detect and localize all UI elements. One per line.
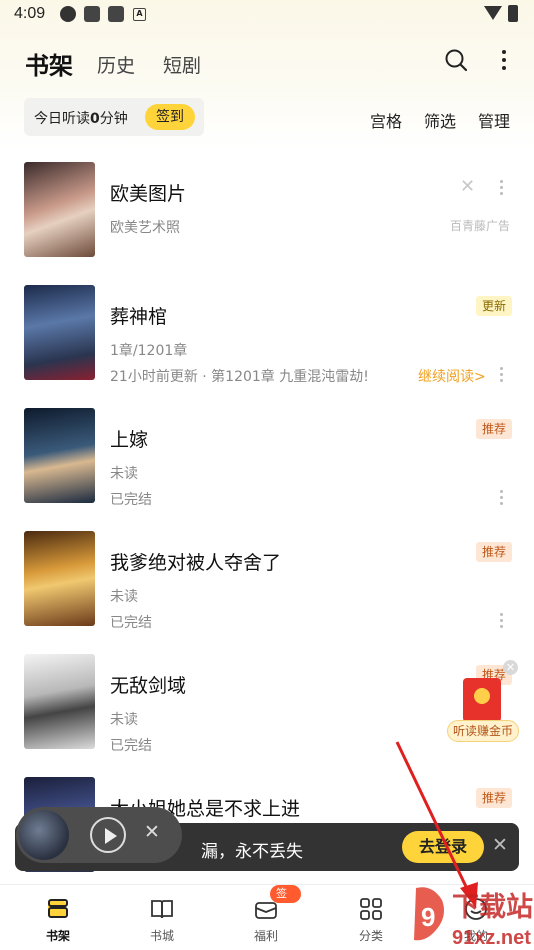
svg-text:91xz.net: 91xz.net xyxy=(452,927,531,949)
nav-welfare[interactable]: 签到 福利 xyxy=(231,885,301,950)
list-item[interactable]: 我爹绝对被人夺舍了 推荐 未读 已完结 xyxy=(0,531,534,651)
listen-time-box: 今日听读0分钟 签到 xyxy=(24,98,204,136)
listen-earn-coins-widget[interactable]: ✕ 听读赚金币 xyxy=(447,660,519,742)
more-icon[interactable] xyxy=(500,180,503,198)
nav-bookshelf[interactable]: 书架 xyxy=(23,885,93,950)
more-vertical-icon[interactable] xyxy=(497,48,511,72)
tab-history[interactable]: 历史 xyxy=(97,51,135,78)
play-button[interactable] xyxy=(90,817,126,853)
book-progress: 未读 xyxy=(110,712,138,728)
a-notification-icon: A xyxy=(133,8,146,21)
book-status: 已完结 xyxy=(110,492,152,508)
status-badge: 更新 xyxy=(476,296,513,316)
book-title: 上嫁 xyxy=(110,429,149,451)
nav-label: 书架 xyxy=(45,929,70,943)
close-icon[interactable]: ✕ xyxy=(492,834,508,856)
svg-text:下载站: 下载站 xyxy=(452,892,533,923)
book-update: 21小时前更新 · 第1201章 九重混沌雷劫! xyxy=(110,369,369,385)
filter-button[interactable]: 筛选 xyxy=(424,108,456,132)
book-status: 已完结 xyxy=(110,615,152,631)
book-cover xyxy=(24,285,95,380)
signin-button[interactable]: 签到 xyxy=(145,104,195,130)
more-icon[interactable] xyxy=(500,613,504,629)
book-title: 欧美图片 xyxy=(110,183,187,205)
book-progress: 未读 xyxy=(110,466,138,482)
manage-button[interactable]: 管理 xyxy=(478,108,510,132)
ad-source-label: 百青藤广告 xyxy=(450,219,511,233)
nav-label: 分类 xyxy=(358,929,383,943)
continue-reading-link[interactable]: 继续阅读> xyxy=(418,366,486,386)
book-title: 葬神棺 xyxy=(110,306,168,328)
book-icon xyxy=(151,900,173,919)
login-button[interactable]: 去登录 xyxy=(402,831,484,863)
close-icon[interactable]: ✕ xyxy=(460,176,475,197)
book-status: 已完结 xyxy=(110,738,152,754)
red-packet-icon xyxy=(463,678,501,722)
audio-cover xyxy=(19,810,69,860)
tab-short-drama[interactable]: 短剧 xyxy=(163,51,201,78)
battery-icon xyxy=(508,5,518,22)
login-banner-text: 漏，永不丢失 xyxy=(201,842,303,862)
site-watermark-logo: 9 下载站 91xz.net xyxy=(414,887,533,949)
svg-text:9: 9 xyxy=(421,902,435,932)
book-progress: 未读 xyxy=(110,589,138,605)
app-notification-icon xyxy=(84,6,100,22)
listen-earn-coins-label: 听读赚金币 xyxy=(447,720,519,742)
signin-badge: 签到 xyxy=(270,885,301,918)
list-item[interactable]: 上嫁 推荐 未读 已完结 xyxy=(0,408,534,528)
book-cover xyxy=(24,162,95,257)
list-item[interactable]: 葬神棺 更新 1章/1201章 21小时前更新 · 第1201章 九重混沌雷劫!… xyxy=(0,285,534,405)
book-cover xyxy=(24,654,95,749)
app-notification-icon xyxy=(108,6,124,22)
header: 书架 历史 短剧 xyxy=(0,40,534,86)
status-bar: 4:09 A xyxy=(0,0,534,28)
book-cover xyxy=(24,531,95,626)
list-item-ad[interactable]: 欧美图片 欧美艺术照 ✕ 百青藤广告 xyxy=(0,162,534,282)
wifi-icon xyxy=(484,6,502,20)
listen-time-text: 今日听读0分钟 xyxy=(34,111,128,127)
status-badge: 推荐 xyxy=(476,419,513,439)
book-progress: 1章/1201章 xyxy=(110,343,188,359)
tab-bookshelf[interactable]: 书架 xyxy=(25,46,73,81)
status-time: 4:09 xyxy=(14,5,46,22)
category-icon xyxy=(360,898,382,920)
notification-icon xyxy=(60,6,76,22)
grid-view-button[interactable]: 宫格 xyxy=(370,108,402,132)
book-subtitle: 欧美艺术照 xyxy=(110,220,180,236)
book-title: 无敌剑域 xyxy=(110,675,187,697)
more-icon[interactable] xyxy=(500,490,504,506)
nav-label: 福利 xyxy=(253,929,278,943)
nav-label: 书城 xyxy=(149,929,174,943)
status-badge: 推荐 xyxy=(476,542,513,562)
bookshelf-icon xyxy=(48,899,68,918)
book-cover xyxy=(24,408,95,503)
book-title: 我爹绝对被人夺舍了 xyxy=(110,552,282,574)
nav-bookstore[interactable]: 书城 xyxy=(127,885,197,950)
close-icon[interactable]: ✕ xyxy=(503,660,518,675)
status-badge: 推荐 xyxy=(476,788,513,808)
close-icon[interactable]: ✕ xyxy=(144,821,160,843)
more-icon[interactable] xyxy=(500,367,504,383)
audio-mini-player[interactable]: ✕ xyxy=(16,807,182,863)
nav-category[interactable]: 分类 xyxy=(336,885,406,950)
search-icon[interactable] xyxy=(444,48,468,72)
play-icon xyxy=(105,828,117,844)
